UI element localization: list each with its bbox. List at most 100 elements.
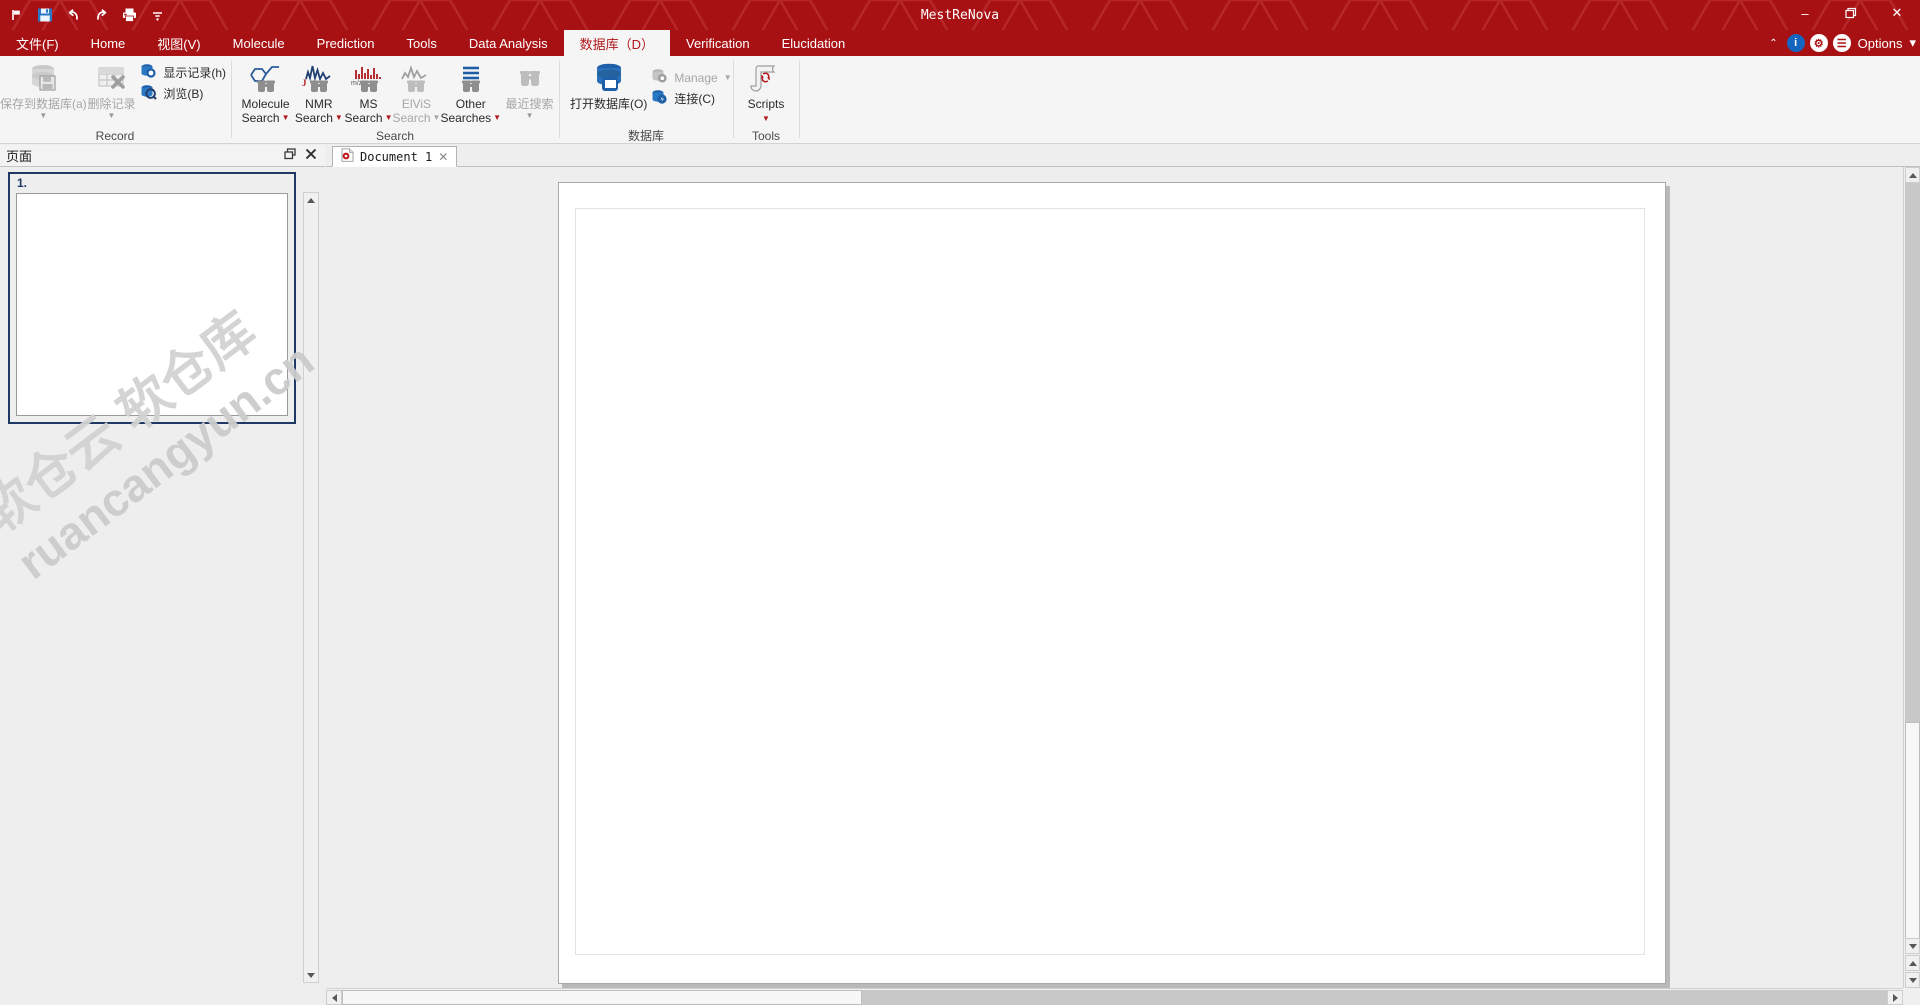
pages-panel-scrollbar[interactable]: [303, 192, 319, 983]
tab-tools[interactable]: Tools: [390, 30, 452, 56]
app-title: MestReNova: [920, 7, 1000, 23]
page-thumbnail-1[interactable]: 1.: [8, 172, 296, 424]
chevron-down-icon[interactable]: ▾: [1907, 35, 1916, 51]
ribbon-tab-list: 文件(F) Home 视图(V) Molecule Prediction Too…: [0, 30, 861, 56]
chevron-down-icon[interactable]: ▼: [762, 114, 770, 123]
redo-icon[interactable]: [88, 2, 114, 28]
scroll-up-icon[interactable]: [1905, 167, 1920, 183]
page-number-label: 1.: [17, 176, 28, 190]
tab-prediction[interactable]: Prediction: [301, 30, 391, 56]
scroll-down-icon[interactable]: [304, 968, 318, 982]
minimize-button[interactable]: –: [1782, 0, 1828, 26]
scripts-icon: [749, 61, 783, 95]
menu-bar: 文件(F) Home 视图(V) Molecule Prediction Too…: [0, 30, 1920, 56]
show-records-button[interactable]: 显示记录(h): [136, 62, 230, 83]
save-to-database-button[interactable]: 保存到数据库(a) ▼: [0, 59, 87, 121]
scroll-left-icon[interactable]: [326, 990, 342, 1005]
manage-icon: [651, 68, 668, 87]
ms-search-button[interactable]: m/z MS Search ▼: [344, 59, 393, 125]
ribbon-right-controls: ⌃ i ⚙ ☰ Options ▾: [1765, 30, 1916, 56]
open-database-button[interactable]: 打开数据库(O): [570, 59, 647, 111]
recent-searches-button[interactable]: 最近搜索 ▼: [501, 59, 558, 121]
elvis-search-icon: [396, 61, 436, 95]
elvis-search-button[interactable]: ElViS Search ▼: [392, 59, 440, 125]
browse-button[interactable]: 浏览(B): [136, 83, 230, 104]
connect-label: 连接(C): [674, 92, 715, 106]
chevron-down-icon[interactable]: ▼: [724, 73, 732, 82]
scripts-button[interactable]: Scripts ▼: [735, 59, 797, 123]
mestrenova-window: MestReNova – ✕ 文件(F) Home 视图(V) Molecule…: [0, 0, 1920, 1005]
tab-file[interactable]: 文件(F): [0, 30, 75, 56]
tab-database[interactable]: 数据库（D）: [563, 30, 670, 56]
options-label[interactable]: Options: [1856, 36, 1903, 51]
document-page-content[interactable]: [575, 208, 1645, 955]
close-tab-icon[interactable]: ✕: [438, 150, 448, 164]
document-tab-label: Document 1: [360, 149, 433, 164]
ribbon-group-database-label: 数据库: [627, 129, 664, 143]
document-icon: [341, 148, 354, 165]
tab-view[interactable]: 视图(V): [141, 30, 216, 56]
hscroll-thumb[interactable]: [342, 990, 862, 1005]
tab-home[interactable]: Home: [75, 30, 142, 56]
gear-icon[interactable]: ⚙: [1809, 34, 1828, 52]
tab-molecule[interactable]: Molecule: [217, 30, 301, 56]
next-page-icon[interactable]: [1905, 972, 1920, 988]
close-button[interactable]: ✕: [1874, 0, 1920, 26]
flag-icon[interactable]: [4, 2, 30, 28]
float-panel-icon[interactable]: [284, 147, 296, 165]
chevron-down-icon: ▼: [432, 113, 441, 122]
delete-record-icon: [95, 61, 129, 95]
ribbon-separator: [799, 60, 800, 138]
other-searches-label1: Other: [455, 97, 486, 111]
hscroll-track-right[interactable]: [862, 990, 1887, 1005]
canvas-horizontal-scrollbar[interactable]: [326, 988, 1903, 1005]
chevron-down-icon[interactable]: ▼: [39, 111, 47, 121]
database-small-buttons: Manage ▼ 连接(C): [647, 59, 735, 109]
scroll-right-icon[interactable]: [1887, 990, 1903, 1005]
collapse-ribbon-icon[interactable]: ⌃: [1765, 38, 1781, 49]
ribbon-group-search-label: Search: [375, 129, 415, 143]
browse-label: 浏览(B): [163, 87, 204, 101]
ribbon-group-record: 保存到数据库(a) ▼ 删除记录 ▼ 显示记录(h) 浏览(B) Record: [0, 56, 230, 144]
ms-search-label2: Search ▼: [344, 111, 393, 125]
connect-button[interactable]: 连接(C): [647, 88, 735, 109]
scroll-down-icon[interactable]: [1905, 938, 1920, 954]
document-tab-strip: Document 1 ✕: [326, 145, 1920, 167]
tab-verification[interactable]: Verification: [670, 30, 766, 56]
manage-button[interactable]: Manage ▼: [647, 67, 735, 88]
restore-button[interactable]: [1828, 0, 1874, 26]
ribbon-group-record-label: Record: [95, 129, 135, 143]
document-tab[interactable]: Document 1 ✕: [332, 146, 458, 167]
tab-data-analysis[interactable]: Data Analysis: [453, 30, 564, 56]
ribbon: 保存到数据库(a) ▼ 删除记录 ▼ 显示记录(h) 浏览(B) Record …: [0, 56, 1920, 144]
open-database-icon: [589, 61, 629, 95]
close-panel-icon[interactable]: [305, 147, 317, 165]
chevron-down-icon[interactable]: ▼: [108, 111, 116, 121]
open-database-label: 打开数据库(O): [570, 97, 648, 111]
chevron-down-icon[interactable]: ▼: [526, 111, 534, 121]
scroll-up-icon[interactable]: [304, 193, 318, 207]
ribbon-group-tools-label: Tools: [751, 129, 780, 143]
molecule-search-button[interactable]: Molecule Search ▼: [238, 59, 293, 125]
connect-icon: [651, 89, 668, 108]
vscroll-track-upper[interactable]: [1905, 183, 1920, 722]
manage-label: Manage: [674, 70, 718, 85]
save-icon[interactable]: [32, 2, 58, 28]
undo-icon[interactable]: [60, 2, 86, 28]
previous-page-icon[interactable]: [1905, 955, 1920, 971]
vscroll-thumb[interactable]: [1905, 722, 1920, 952]
print-icon[interactable]: [116, 2, 142, 28]
other-searches-button[interactable]: Other Searches ▼: [440, 59, 501, 125]
canvas-viewport[interactable]: [326, 167, 1903, 988]
book-icon[interactable]: ☰: [1832, 34, 1851, 52]
customize-qat-icon[interactable]: [144, 2, 170, 28]
tab-elucidation[interactable]: Elucidation: [766, 30, 862, 56]
document-page[interactable]: [558, 182, 1666, 984]
nmr-search-button[interactable]: J NMR Search ▼: [293, 59, 344, 125]
info-icon[interactable]: i: [1786, 34, 1805, 52]
canvas-vertical-scrollbar[interactable]: [1903, 167, 1920, 988]
nmr-search-label1: NMR: [305, 97, 333, 111]
pages-panel-buttons: [284, 147, 325, 165]
delete-record-button[interactable]: 删除记录 ▼: [87, 59, 137, 121]
chevron-down-icon: ▼: [281, 113, 290, 122]
